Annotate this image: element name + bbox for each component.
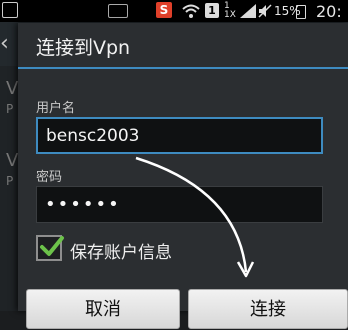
title-divider: [18, 67, 348, 69]
connect-button[interactable]: 连接: [188, 289, 348, 329]
battery-icon: [296, 5, 306, 19]
back-chevron-icon[interactable]: ‹: [0, 32, 16, 56]
dialog-title: 连接到Vpn: [36, 37, 131, 59]
background-row-subtitle: P: [6, 174, 14, 188]
password-label: 密码: [36, 170, 63, 185]
cancel-button[interactable]: 取消: [26, 289, 180, 329]
background-row-title: V: [6, 78, 19, 99]
image-notification-icon: [2, 2, 18, 18]
status-bar: S 1 1 1X 15% 20:: [0, 0, 348, 22]
username-input[interactable]: bensc2003: [36, 117, 323, 154]
wifi-icon: [182, 0, 200, 22]
clock: 20:: [316, 1, 342, 21]
checkmark-icon: [40, 236, 64, 256]
save-account-checkbox[interactable]: [36, 235, 64, 261]
camera-notification-icon: [108, 4, 128, 18]
sogou-icon: S: [156, 2, 172, 18]
username-label: 用户名: [36, 101, 76, 116]
signal-icon: [240, 0, 256, 22]
background-row-subtitle: P: [6, 102, 14, 116]
save-account-label: 保存账户信息: [70, 243, 172, 263]
password-input[interactable]: ••••••: [36, 186, 323, 223]
mute-icon: [258, 0, 272, 22]
vpn-connect-dialog: 连接到Vpn 用户名 bensc2003 密码 •••••• 保存账户信息 取消…: [18, 23, 348, 329]
sim-badge: 1: [205, 3, 219, 18]
background-row-title: V: [6, 150, 19, 171]
network-type-label: 1 1X: [224, 1, 236, 20]
